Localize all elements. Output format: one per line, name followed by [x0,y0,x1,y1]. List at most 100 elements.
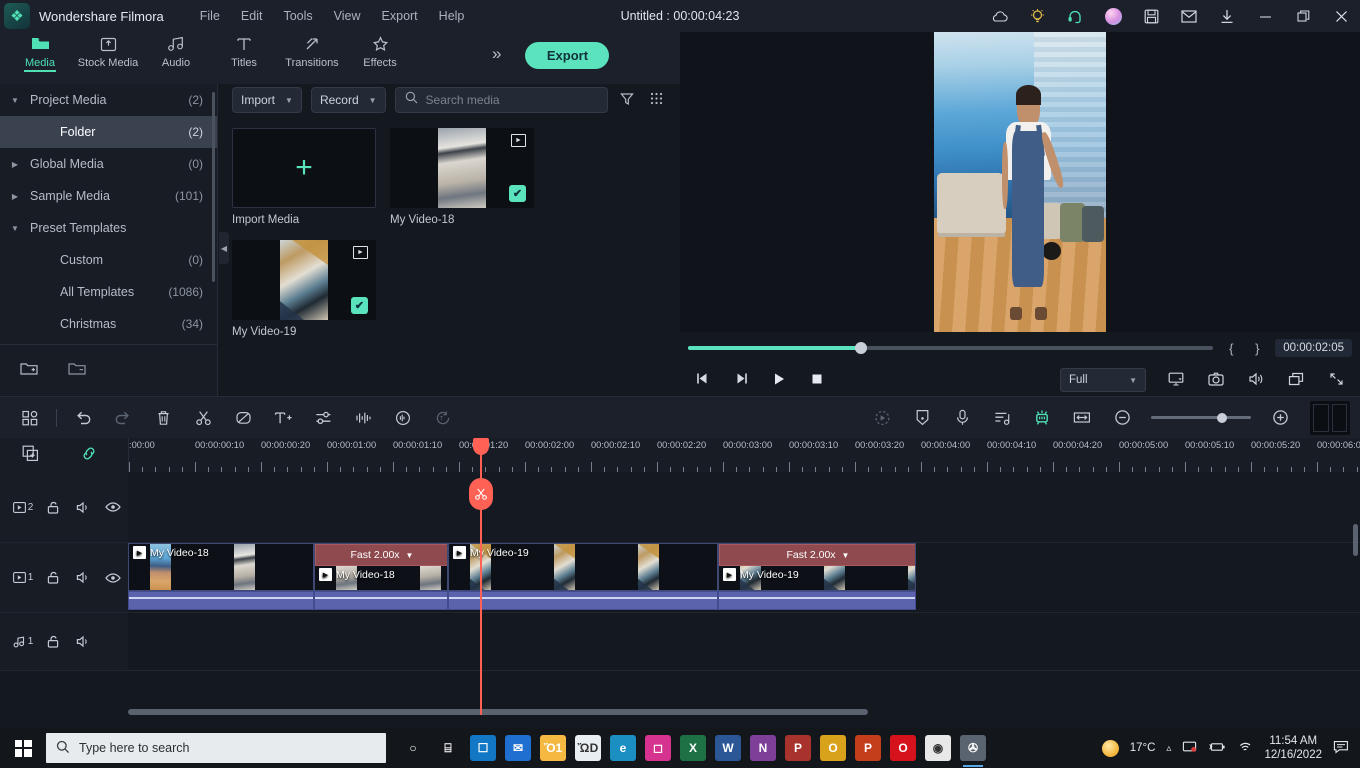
mail-app-icon[interactable]: ✉ [505,735,531,761]
chevron-down-icon[interactable]: ▼ [842,551,850,560]
account-avatar[interactable] [1094,0,1132,32]
fullscreen-icon[interactable] [1326,372,1346,389]
snapshot-icon[interactable] [1206,372,1226,389]
motion-tracking-icon[interactable] [1022,397,1062,439]
opera-icon[interactable]: O [890,735,916,761]
filter-funnel-icon[interactable] [617,92,637,109]
track-header-video-1[interactable]: 1 [0,543,128,613]
close-button[interactable] [1322,0,1360,32]
twisty-icon[interactable]: ▶ [0,192,30,201]
preview-quality-dropdown[interactable]: Full ▼ [1060,368,1146,392]
twisty-icon[interactable]: ▼ [0,96,30,105]
maximize-button[interactable] [1284,0,1322,32]
export-button[interactable]: Export [525,42,610,69]
ribbon-tab-effects[interactable]: Effects [346,32,414,69]
timeline-playhead[interactable] [469,438,493,715]
render-preview-icon[interactable] [862,397,902,439]
split-scissors-icon[interactable] [183,397,223,439]
outlook-icon[interactable]: O [820,735,846,761]
new-folder-icon[interactable] [20,361,38,380]
menu-edit[interactable]: Edit [231,4,273,28]
timeline-ruler[interactable]: :00:00 00:00:00:10 00:00:00:20 00:00:01:00 0… [128,438,1360,472]
cortana-icon[interactable]: ○ [400,735,426,761]
filmora-taskbar-icon[interactable]: ✇ [960,735,986,767]
audio-mixer-icon[interactable] [982,397,1022,439]
timeline-clip[interactable]: ▶ My Video-19 [448,543,718,591]
redo-icon[interactable] [103,397,143,439]
menu-file[interactable]: File [190,4,230,28]
selected-check-icon[interactable]: ✔ [351,297,368,314]
ribbon-tab-media[interactable]: Media [6,32,74,72]
clip-speed-banner[interactable]: Fast 2.00x ▼ [719,544,915,566]
timeline-zoom-slider[interactable] [1151,412,1251,423]
mail-icon[interactable] [1170,0,1208,32]
prev-frame-button[interactable] [694,372,712,388]
playhead-handle[interactable] [473,438,489,455]
cloud-icon[interactable] [980,0,1018,32]
twisty-icon[interactable]: ▶ [0,160,30,169]
crop-icon[interactable] [1286,372,1306,389]
sidebar-item-project-media[interactable]: ▼ Project Media (2) [0,84,217,116]
sidebar-item-christmas[interactable]: Christmas (34) [0,308,217,340]
show-hidden-icons[interactable]: ▵ [1166,743,1171,754]
sidebar-scrollbar[interactable] [212,92,215,282]
link-clips-icon[interactable] [80,445,98,465]
weather-icon[interactable] [1101,739,1119,757]
excel-icon[interactable]: X [680,735,706,761]
lightbulb-icon[interactable] [1018,0,1056,32]
eye-icon[interactable] [98,572,128,584]
panel-collapse-handle[interactable]: ◀ [219,232,229,264]
clip-audio-strip[interactable] [314,591,448,610]
task-view-icon[interactable]: ⌸ [435,735,461,761]
clip-audio-strip[interactable] [128,591,314,610]
add-text-icon[interactable] [263,397,303,439]
play-button[interactable] [770,372,788,389]
audio-detach-icon[interactable] [383,397,423,439]
onedrive-icon[interactable] [1182,740,1197,756]
download-icon[interactable] [1208,0,1246,32]
crop-tool-icon[interactable] [223,397,263,439]
save-icon[interactable] [1132,0,1170,32]
word-icon[interactable]: W [715,735,741,761]
import-dropdown[interactable]: Import ▼ [232,87,302,113]
notifications-icon[interactable] [1333,740,1350,757]
volume-icon[interactable] [1246,372,1266,389]
twisty-icon[interactable]: ▼ [0,224,30,233]
mute-icon[interactable] [68,501,98,514]
start-button[interactable] [0,728,46,768]
timeline-clip[interactable]: Fast 2.00x ▼ ▶ My Video-18 [314,543,448,591]
headset-icon[interactable] [1056,0,1094,32]
display-settings-icon[interactable] [1166,372,1186,389]
lock-icon[interactable] [38,501,68,514]
remove-folder-icon[interactable] [68,361,86,380]
track-header-audio-1[interactable]: 1 [0,613,128,671]
mark-out-button[interactable]: } [1249,341,1265,356]
lock-icon[interactable] [38,635,68,648]
sidebar-item-custom[interactable]: Custom (0) [0,244,217,276]
ribbon-tab-titles[interactable]: Titles [210,32,278,69]
color-adjust-icon[interactable] [303,397,343,439]
mark-in-button[interactable]: { [1223,341,1239,356]
next-frame-button[interactable] [732,372,750,388]
ribbon-tab-transitions[interactable]: Transitions [278,32,346,69]
sidebar-item-global-media[interactable]: ▶ Global Media (0) [0,148,217,180]
split-at-playhead-button[interactable] [469,478,493,510]
minimize-button[interactable] [1246,0,1284,32]
playback-progress-slider[interactable] [688,342,1214,354]
onenote-icon[interactable]: N [750,735,776,761]
sidebar-item-sample-media[interactable]: ▶ Sample Media (101) [0,180,217,212]
import-media-tile[interactable]: + Import Media [232,128,376,226]
record-dropdown[interactable]: Record ▼ [310,87,386,113]
instagram-icon[interactable]: ◻ [645,735,671,761]
menu-view[interactable]: View [324,4,371,28]
menu-export[interactable]: Export [372,4,428,28]
publisher-icon[interactable]: P [785,735,811,761]
timeline-clip[interactable]: ▶ My Video-18 [128,543,314,591]
timeline-lane-video-1[interactable]: ▶ My Video-18 Fast 2.00x ▼ ▶ My Video-18 ▶ My V… [128,543,1360,613]
timeline-lane-video-2[interactable] [128,472,1360,543]
media-thumb-video-19[interactable]: ► ✔ [232,240,376,320]
delete-icon[interactable] [143,397,183,439]
ribbon-tab-stock-media[interactable]: Stock Media [74,32,142,69]
auto-caption-icon[interactable]: T [423,397,463,439]
menu-tools[interactable]: Tools [273,4,322,28]
